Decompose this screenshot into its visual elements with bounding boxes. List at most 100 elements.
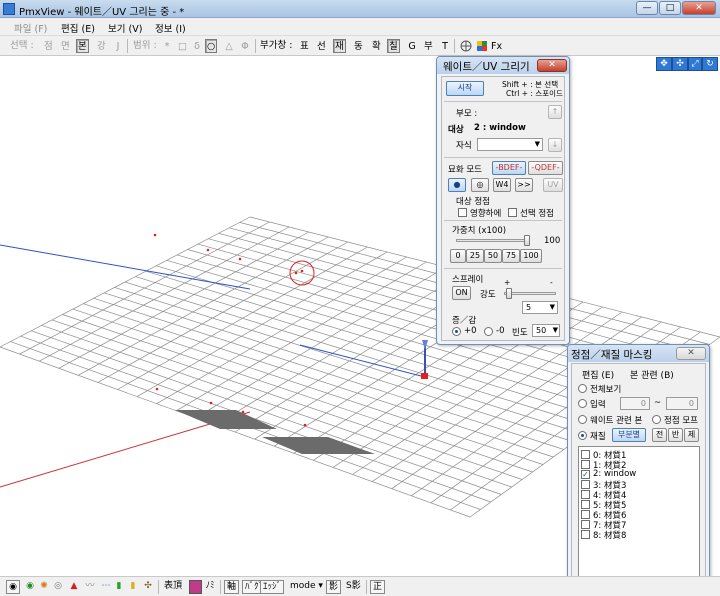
- brush-soft-button[interactable]: ◎: [471, 178, 489, 192]
- strength-slider-thumb[interactable]: [506, 288, 512, 299]
- extra-part-button[interactable]: 부: [422, 39, 435, 53]
- globe-icon[interactable]: [458, 39, 472, 53]
- normal-icon[interactable]: ﾉﾐ: [205, 580, 215, 594]
- zoom-view-icon[interactable]: ⤢: [688, 57, 702, 71]
- increase-radio[interactable]: [452, 327, 461, 336]
- by-part-button[interactable]: 부분별: [612, 428, 646, 442]
- extra-paint-button[interactable]: 칠: [387, 39, 400, 53]
- w4-button[interactable]: W4: [493, 178, 511, 192]
- close-button[interactable]: ✕: [682, 1, 716, 15]
- brush-solid-button[interactable]: ●: [448, 178, 466, 192]
- scope-exclude-button[interactable]: 제: [684, 428, 699, 442]
- child-down-button[interactable]: ↓: [548, 138, 562, 152]
- material-checkbox[interactable]: [581, 450, 590, 459]
- input-from-field[interactable]: 0: [620, 397, 650, 410]
- strength-select[interactable]: 5 ▼: [522, 301, 558, 314]
- all-view-radio[interactable]: [578, 384, 587, 393]
- qdef-button[interactable]: -QDEF-: [528, 161, 563, 175]
- menu-edit[interactable]: 편집 (E): [61, 21, 95, 35]
- weight-bone-radio[interactable]: [578, 415, 587, 424]
- rigid-icon[interactable]: ▮: [114, 580, 124, 594]
- bdef-button[interactable]: -BDEF-: [492, 161, 526, 175]
- move-view-icon[interactable]: ✥: [656, 57, 672, 71]
- preset-75-button[interactable]: 75: [502, 249, 520, 263]
- material-radio[interactable]: [578, 431, 587, 440]
- vertex-icon[interactable]: ⋯: [100, 580, 112, 594]
- grid-color-icon[interactable]: [474, 39, 488, 53]
- front-view-button[interactable]: 正: [370, 580, 386, 594]
- extra-expand-button[interactable]: 확: [370, 39, 383, 53]
- reset-view-icon[interactable]: ↻: [702, 57, 718, 71]
- extra-motion-button[interactable]: 동: [352, 39, 365, 53]
- extra-line-button[interactable]: 선: [315, 39, 328, 53]
- bone-wire-icon[interactable]: 〰: [84, 580, 96, 594]
- extra-table-button[interactable]: 표: [298, 39, 311, 53]
- axis-button[interactable]: 軸: [224, 580, 240, 594]
- extra-material-button[interactable]: 재: [333, 39, 346, 53]
- weight-slider-thumb[interactable]: [524, 235, 530, 246]
- material-checkbox[interactable]: [581, 480, 590, 489]
- masking-menu-bone[interactable]: 본 관련 (B): [630, 368, 674, 381]
- menu-file[interactable]: 파일 (F): [14, 21, 47, 35]
- child-bone-select[interactable]: ▼: [477, 138, 543, 151]
- material-checkbox[interactable]: ✓: [581, 470, 590, 479]
- edge-button[interactable]: ｴｯｼﾞ: [260, 580, 285, 594]
- select-rigid-button[interactable]: 강: [95, 39, 108, 53]
- select-joint-button[interactable]: J: [112, 39, 124, 53]
- masking-panel-close-button[interactable]: ✕: [676, 347, 706, 360]
- weight-panel-close-button[interactable]: ✕: [537, 59, 567, 72]
- triangle-icon[interactable]: ▲: [68, 580, 80, 594]
- preset-25-button[interactable]: 25: [466, 249, 484, 263]
- select-bone-button[interactable]: 본: [76, 39, 89, 53]
- self-shadow-label[interactable]: S影: [346, 580, 361, 594]
- scope-invert-button[interactable]: 반: [668, 428, 683, 442]
- range-rect-button[interactable]: □: [176, 39, 189, 53]
- material-checkbox[interactable]: [581, 530, 590, 539]
- range-triangle-button[interactable]: △: [223, 39, 235, 53]
- material-checkbox[interactable]: [581, 520, 590, 529]
- menu-info[interactable]: 정보 (I): [155, 21, 186, 35]
- view-mode-icon[interactable]: ◉: [6, 580, 20, 594]
- masking-menu-edit[interactable]: 편집 (E): [582, 368, 614, 381]
- select-vertex-button[interactable]: 점: [42, 39, 55, 53]
- rotate-view-icon[interactable]: ✣: [672, 57, 688, 71]
- uv-mode-button[interactable]: UV: [543, 178, 563, 192]
- range-all-button[interactable]: *: [161, 39, 173, 53]
- vertex-morph-radio[interactable]: [652, 415, 661, 424]
- extra-g-button[interactable]: G: [406, 39, 418, 53]
- material-checkbox[interactable]: [581, 500, 590, 509]
- selected-vertex-checkbox[interactable]: [508, 208, 517, 217]
- model-icon[interactable]: ◉: [24, 580, 36, 594]
- range-circle-button[interactable]: ○: [205, 39, 218, 53]
- preset-50-button[interactable]: 50: [484, 249, 502, 263]
- material-checkbox[interactable]: [581, 490, 590, 499]
- scope-all-button[interactable]: 전: [652, 428, 667, 442]
- next-mode-button[interactable]: >>: [515, 178, 533, 192]
- material-list[interactable]: 0: 材質1 1: 材質2 ✓ 2: window 3: 材質3 4: 材質4 5…: [578, 446, 700, 578]
- maximize-button[interactable]: □: [659, 1, 681, 15]
- color-swatch-button[interactable]: [189, 580, 202, 594]
- shadow-button[interactable]: 影: [326, 580, 342, 594]
- fx-button[interactable]: Fx: [489, 39, 504, 53]
- preset-0-button[interactable]: 0: [450, 249, 466, 263]
- mode-dropdown[interactable]: mode ▾: [290, 580, 323, 594]
- preset-100-button[interactable]: 100: [520, 249, 542, 263]
- input-to-field[interactable]: 0: [666, 397, 698, 410]
- frequency-select[interactable]: 50 ▼: [532, 324, 560, 337]
- minimize-button[interactable]: —: [636, 1, 658, 15]
- physics-icon[interactable]: ✣: [142, 580, 154, 594]
- decrease-radio[interactable]: [484, 327, 493, 336]
- parent-up-button[interactable]: ↑: [548, 105, 562, 119]
- influence-checkbox[interactable]: [458, 208, 467, 217]
- weight-slider[interactable]: [456, 239, 528, 242]
- spray-toggle-button[interactable]: ON: [452, 286, 471, 300]
- light-icon[interactable]: ✺: [38, 580, 50, 594]
- joint-icon[interactable]: ▮: [128, 580, 138, 594]
- range-phi-button[interactable]: Φ: [239, 39, 251, 53]
- start-button[interactable]: 시작: [446, 81, 484, 96]
- select-face-button[interactable]: 면: [59, 39, 72, 53]
- menu-view[interactable]: 보기 (V): [108, 21, 142, 35]
- input-radio[interactable]: [578, 399, 587, 408]
- range-lasso-button[interactable]: δ: [191, 39, 203, 53]
- ring-icon[interactable]: ◎: [52, 580, 64, 594]
